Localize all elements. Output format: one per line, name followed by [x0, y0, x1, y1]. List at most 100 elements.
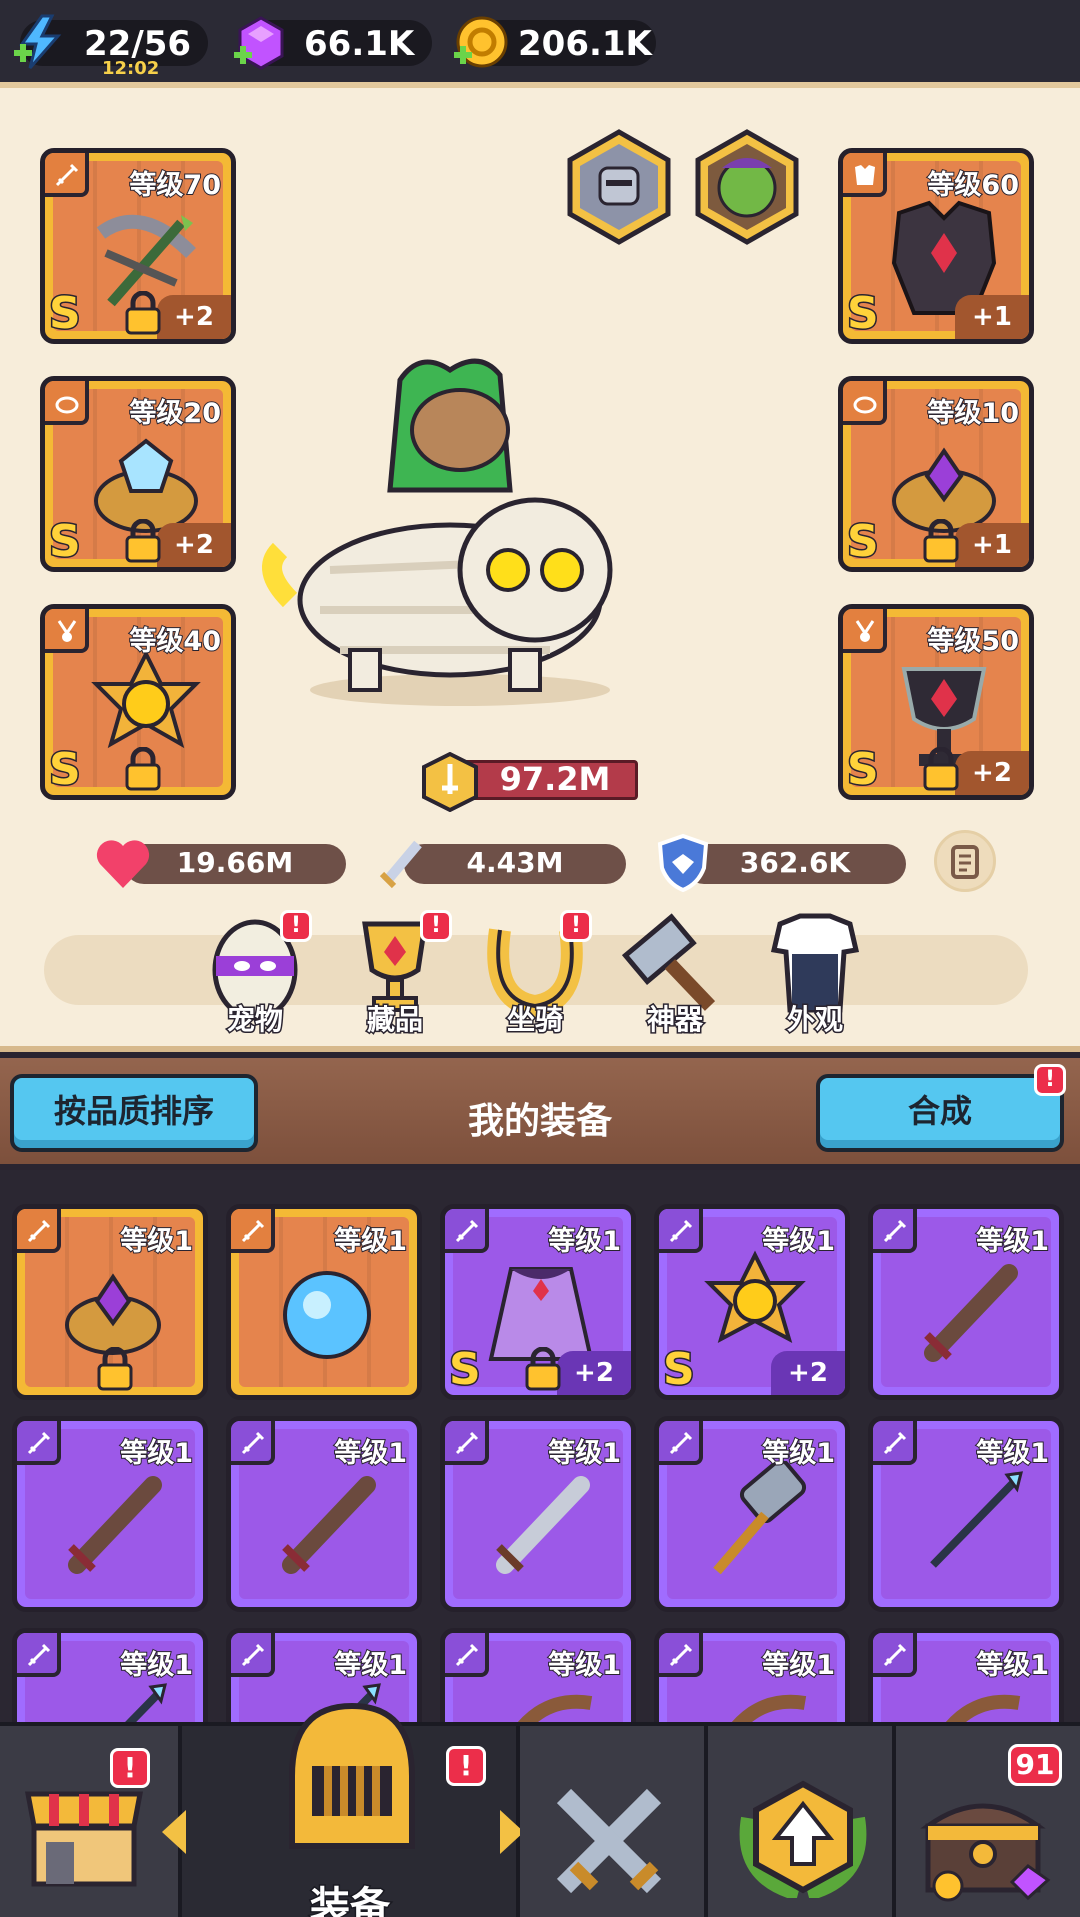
item-level: 等级1 — [975, 1649, 1050, 1682]
slot-level: 等级70 — [128, 169, 222, 202]
category-icon — [17, 1209, 61, 1253]
ring-category-icon — [853, 396, 877, 414]
lock-icon — [125, 519, 161, 563]
helmet-icon — [289, 1702, 415, 1849]
inventory-item[interactable]: 等级1 — [654, 1628, 850, 1730]
item-level: 等级1 — [547, 1437, 622, 1470]
category-icon — [873, 1421, 917, 1465]
slot-grade: S — [846, 743, 881, 796]
category-icon — [873, 1633, 917, 1677]
equip-slot-weapon[interactable]: 等级70 S +2 — [40, 148, 236, 344]
slot-plus: +1 — [955, 295, 1029, 339]
shop-icon — [24, 1791, 144, 1887]
list-icon — [951, 845, 979, 879]
inventory-item[interactable]: 等级1 S +2 — [440, 1204, 636, 1400]
power-sword-icon — [422, 752, 478, 812]
energy-timer: 12:02 — [102, 58, 160, 79]
gold-counter[interactable]: 206.1K — [454, 16, 656, 68]
category-icon — [873, 1209, 917, 1253]
inventory-item[interactable]: 等级1 — [868, 1628, 1064, 1730]
chest-count-badge: 91 — [1008, 1744, 1062, 1786]
alert-badge: ! — [110, 1748, 150, 1788]
bottom-nav: ! ! 装备 — [0, 1702, 1080, 1917]
item-level: 等级1 — [761, 1649, 836, 1682]
feature-label: 外观 — [785, 1002, 844, 1038]
nav-equipment-label: 装备 — [309, 1883, 392, 1917]
sword-category-icon — [55, 163, 79, 187]
armor-category-icon — [855, 165, 875, 185]
item-level: 等级1 — [547, 1225, 622, 1258]
nav-battle[interactable] — [520, 1726, 708, 1917]
slot-grade: S — [48, 743, 83, 796]
category-icon — [231, 1209, 275, 1253]
steel-sword-icon — [496, 1476, 590, 1574]
lock-icon — [125, 291, 161, 335]
orc-avatar-icon[interactable] — [692, 128, 802, 246]
lightning-icon — [14, 14, 62, 69]
slot-grade: S — [48, 287, 83, 340]
category-icon — [445, 1209, 489, 1253]
category-icon — [659, 1633, 703, 1677]
inventory-item[interactable]: 等级1 S +2 — [654, 1204, 850, 1400]
sort-by-quality-button[interactable]: 按品质排序 — [10, 1074, 258, 1152]
inventory-item[interactable]: 等级1 — [654, 1416, 850, 1612]
feature-collection[interactable]: ! 藏品 — [340, 910, 452, 1038]
lock-icon — [97, 1347, 133, 1391]
nav-upgrade[interactable] — [708, 1726, 896, 1917]
slot-plus: +1 — [955, 523, 1029, 567]
power-display: 97.2M — [420, 752, 642, 812]
inventory-title: 我的装备 — [467, 1101, 612, 1142]
inventory-item[interactable]: 等级1 — [226, 1416, 422, 1612]
equip-slot-necklace[interactable]: 等级40 S — [40, 604, 236, 800]
wooden-sword-icon — [68, 1476, 162, 1574]
gem-value: 66.1K — [304, 24, 415, 64]
equip-slot-ring-right[interactable]: 等级10 S +1 — [838, 376, 1034, 572]
gem-counter[interactable]: 66.1K — [234, 16, 432, 70]
power-value: 97.2M — [499, 760, 611, 798]
lock-icon — [923, 747, 959, 791]
details-button[interactable] — [934, 830, 996, 892]
inventory-grid: 等级1 等级1 等级1 S +2 等级1 S +2 等级1 等级1 等级1 等级1 等级1 等级1 等级1 等… — [0, 1170, 1080, 1730]
orb-icon — [283, 1271, 371, 1359]
inventory-item[interactable]: 等级1 — [12, 1628, 208, 1730]
inventory-item[interactable]: 等级1 — [12, 1204, 208, 1400]
lock-icon — [525, 1347, 561, 1391]
item-level: 等级1 — [119, 1649, 194, 1682]
slot-level: 等级60 — [926, 169, 1020, 202]
equip-slot-ring-left[interactable]: 等级20 S +2 — [40, 376, 236, 572]
feature-label: 坐骑 — [505, 1002, 564, 1038]
slot-level: 等级40 — [128, 625, 222, 658]
gold-coin-icon — [454, 16, 508, 68]
category-icon — [445, 1633, 489, 1677]
inventory-item[interactable]: 等级1 — [868, 1204, 1064, 1400]
inventory-item[interactable]: 等级1 — [440, 1416, 636, 1612]
item-level: 等级1 — [333, 1649, 408, 1682]
alert-badge: ! — [280, 910, 312, 942]
slot-level: 等级50 — [926, 625, 1020, 658]
inventory-item[interactable]: 等级1 — [440, 1628, 636, 1730]
feature-artifact[interactable]: 神器 — [620, 910, 730, 1038]
hp-stat: 19.66M — [96, 840, 346, 888]
amulet-category-icon — [57, 620, 77, 642]
wooden-sword-icon — [924, 1264, 1018, 1362]
inventory-item[interactable]: 等级1 — [868, 1416, 1064, 1612]
knight-avatar-icon[interactable] — [564, 128, 674, 246]
item-level: 等级1 — [975, 1437, 1050, 1470]
inventory-item[interactable]: 等级1 — [12, 1416, 208, 1612]
feature-mount[interactable]: ! 坐骑 — [480, 910, 592, 1038]
item-level: 等级1 — [119, 1225, 194, 1258]
item-plus: +2 — [771, 1351, 845, 1395]
item-plus: +2 — [557, 1351, 631, 1395]
equip-slot-armor[interactable]: 等级60 S +1 — [838, 148, 1034, 344]
merge-button[interactable]: 合成 — [816, 1074, 1064, 1152]
category-icon — [659, 1421, 703, 1465]
inventory-item[interactable]: 等级1 — [226, 1204, 422, 1400]
category-icon — [17, 1633, 61, 1677]
nav-equipment[interactable]: ! 装备 — [162, 1702, 524, 1917]
feature-appearance[interactable]: 外观 — [760, 910, 870, 1038]
equip-slot-chalice[interactable]: 等级50 S +2 — [838, 604, 1034, 800]
category-icon — [231, 1633, 275, 1677]
category-icon — [231, 1421, 275, 1465]
nav-shop[interactable]: ! — [0, 1726, 182, 1917]
feature-pet[interactable]: ! 宠物 — [200, 910, 312, 1038]
